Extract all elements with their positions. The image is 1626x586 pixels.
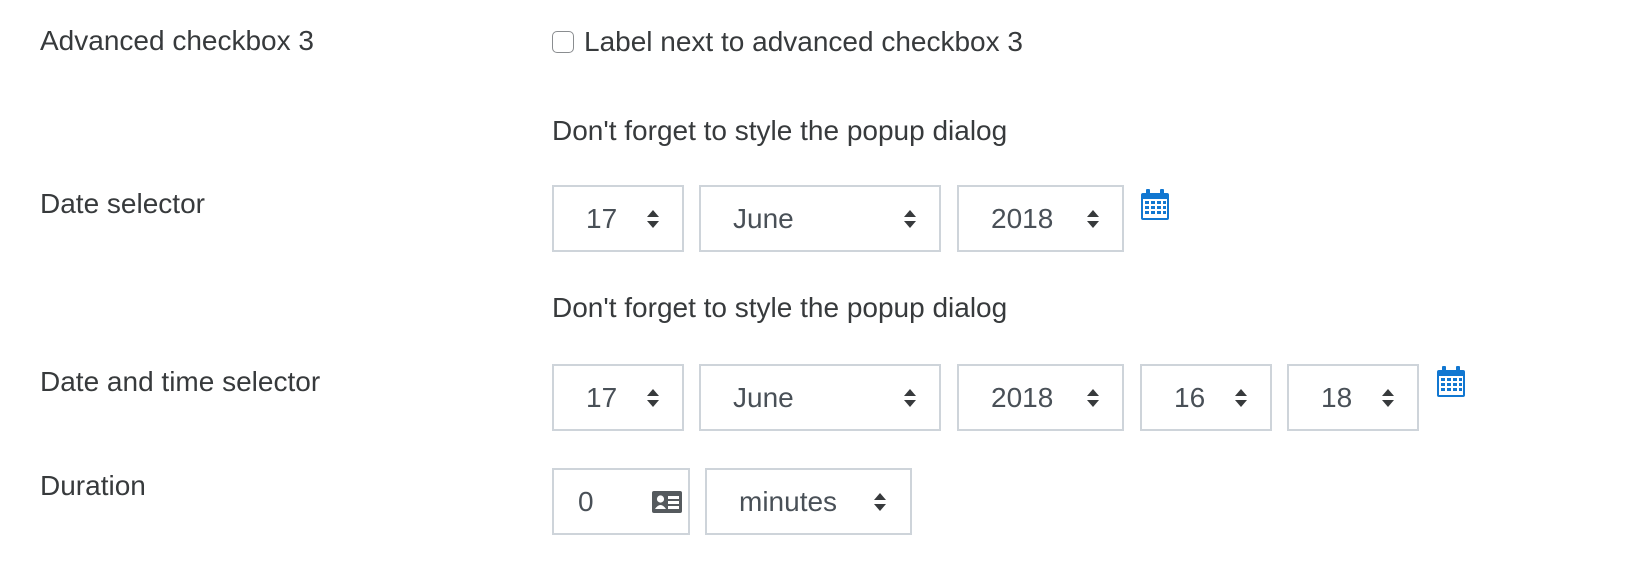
datetime-selector-note: Don't forget to style the popup dialog — [552, 292, 1008, 323]
datetime-minute-value: 18 — [1321, 381, 1353, 413]
datetime-hour-select[interactable]: 16 — [1140, 364, 1272, 431]
duration-label: Duration — [40, 470, 146, 501]
date-selector-note: Don't forget to style the popup dialog — [552, 115, 1008, 146]
datetime-minute-select[interactable]: 18 — [1287, 364, 1419, 431]
datetime-day-value: 17 — [586, 381, 618, 413]
duration-input[interactable]: 0 — [552, 468, 690, 535]
select-arrows-icon — [904, 388, 916, 407]
select-arrows-icon — [1087, 209, 1099, 228]
select-arrows-icon — [904, 209, 916, 228]
date-selector-label: Date selector — [40, 188, 205, 219]
datetime-selector-label: Date and time selector — [40, 366, 321, 397]
date-month-value: June — [733, 202, 794, 234]
duration-value: 0 — [578, 485, 594, 517]
date-year-value: 2018 — [991, 202, 1054, 234]
calendar-icon[interactable] — [1436, 366, 1466, 398]
date-year-select[interactable]: 2018 — [957, 185, 1124, 252]
select-arrows-icon — [647, 209, 659, 228]
duration-unit-select[interactable]: minutes — [705, 468, 912, 535]
datetime-month-select[interactable]: June — [699, 364, 941, 431]
date-day-value: 17 — [586, 202, 618, 234]
id-card-icon — [652, 490, 682, 513]
select-arrows-icon — [647, 388, 659, 407]
select-arrows-icon — [1382, 388, 1394, 407]
select-arrows-icon — [1087, 388, 1099, 407]
datetime-hour-value: 16 — [1174, 381, 1206, 413]
duration-unit-value: minutes — [739, 485, 838, 517]
advanced-checkbox-group[interactable]: Label next to advanced checkbox 3 — [552, 24, 1023, 60]
select-arrows-icon — [1235, 388, 1247, 407]
advanced-checkbox[interactable] — [552, 31, 574, 53]
date-month-select[interactable]: June — [699, 185, 941, 252]
advanced-checkbox-text[interactable]: Label next to advanced checkbox 3 — [584, 25, 1023, 59]
datetime-month-value: June — [733, 381, 794, 413]
datetime-day-select[interactable]: 17 — [552, 364, 684, 431]
calendar-icon[interactable] — [1140, 189, 1170, 221]
datetime-year-select[interactable]: 2018 — [957, 364, 1124, 431]
advanced-checkbox-label: Advanced checkbox 3 — [40, 25, 314, 56]
select-arrows-icon — [874, 492, 886, 511]
date-day-select[interactable]: 17 — [552, 185, 684, 252]
datetime-year-value: 2018 — [991, 381, 1054, 413]
